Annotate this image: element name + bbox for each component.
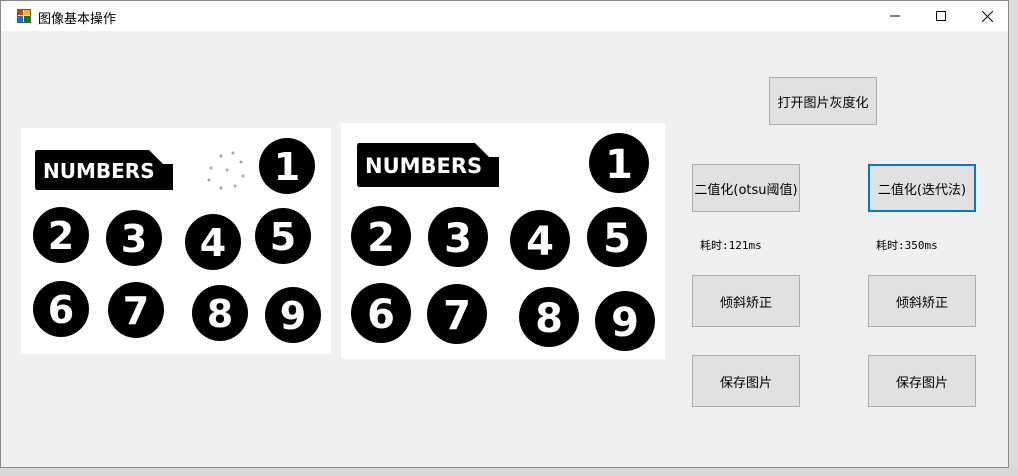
- left-logo-text: NUMBERS: [43, 159, 155, 183]
- minimize-button[interactable]: [872, 1, 918, 31]
- close-button[interactable]: [964, 1, 1010, 31]
- right-digit-3: 3: [444, 216, 472, 262]
- otsu-binarize-button[interactable]: 二值化(otsu阈值): [692, 164, 800, 212]
- app-icon: [17, 9, 31, 23]
- right-digit-8: 8: [535, 296, 563, 342]
- right-digit-9: 9: [611, 300, 639, 346]
- open-gray-button[interactable]: 打开图片灰度化: [769, 77, 877, 125]
- title-bar: 图像基本操作: [1, 1, 1008, 31]
- deskew-right-button[interactable]: 倾斜矫正: [868, 275, 976, 327]
- left-digit-2: 2: [48, 214, 74, 258]
- right-digit-2: 2: [367, 215, 395, 261]
- maximize-icon: [936, 11, 946, 21]
- right-image-box: NUMBERS 1 2 3 4 5 6 7 8 9: [341, 123, 665, 359]
- left-image-box: NUMBERS 1 2 3 4 5 6 7 8 9: [21, 128, 331, 354]
- right-digit-1: 1: [605, 142, 633, 188]
- left-digit-6: 6: [48, 288, 74, 332]
- left-digit-9: 9: [280, 294, 306, 338]
- close-icon: [981, 10, 993, 22]
- background-right-strip: [1009, 0, 1018, 476]
- iterative-time-label: 耗时:350ms: [876, 239, 938, 252]
- deskew-left-button[interactable]: 倾斜矫正: [692, 275, 800, 327]
- main-window: 图像基本操作 NUMBERS 1 2 3 4 5 6 7 8 9 NUMBERS…: [0, 0, 1009, 468]
- left-digit-7: 7: [123, 289, 149, 333]
- window-title: 图像基本操作: [38, 12, 117, 27]
- left-binary-image: NUMBERS 1 2 3 4 5 6 7 8 9: [33, 138, 321, 343]
- left-digit-5: 5: [270, 215, 296, 259]
- save-left-button[interactable]: 保存图片: [692, 355, 800, 407]
- left-digit-4: 4: [200, 221, 226, 265]
- maximize-button[interactable]: [918, 1, 964, 31]
- save-right-button[interactable]: 保存图片: [868, 355, 976, 407]
- right-binary-image: NUMBERS 1 2 3 4 5 6 7 8 9: [351, 133, 655, 351]
- background-bottom-strip: [0, 468, 1018, 476]
- left-digit-8: 8: [207, 292, 233, 336]
- right-digit-7: 7: [443, 293, 471, 339]
- iterative-binarize-button[interactable]: 二值化(迭代法): [868, 164, 976, 212]
- left-logo: NUMBERS: [35, 150, 173, 190]
- left-digit-1: 1: [274, 145, 300, 189]
- right-digit-4: 4: [526, 219, 554, 265]
- minimize-icon: [890, 15, 900, 17]
- otsu-time-label: 耗时:121ms: [700, 239, 762, 252]
- right-digit-6: 6: [367, 292, 395, 338]
- right-logo: NUMBERS: [357, 143, 499, 187]
- right-digit-5: 5: [603, 216, 631, 262]
- right-logo-text: NUMBERS: [365, 154, 482, 178]
- left-digit-3: 3: [121, 217, 147, 261]
